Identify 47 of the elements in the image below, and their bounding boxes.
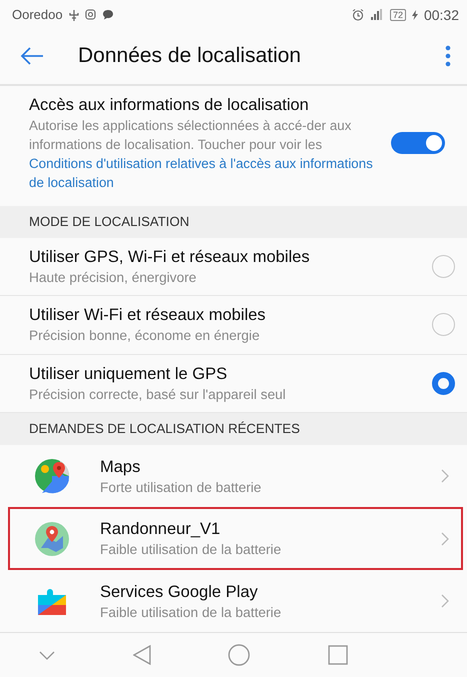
charging-bolt-icon <box>412 10 418 20</box>
app-name: Randonneur_V1 <box>100 519 222 540</box>
alarm-clock-icon <box>352 8 364 21</box>
option-subtitle: Haute précision, énergivore <box>29 268 198 287</box>
chevron-down-icon[interactable] <box>38 650 55 660</box>
map-pin-app-icon <box>34 458 70 494</box>
clock-time: 00:32 <box>424 6 459 23</box>
radio-option[interactable]: Utiliser GPS, Wi-Fi et réseaux mobiles Haute précision, énergivore <box>0 238 467 296</box>
option-title: Utiliser GPS, Wi-Fi et réseaux mobiles <box>29 246 311 268</box>
radio-option[interactable]: Utiliser Wi-Fi et réseaux mobiles Précision bonne, économe en énergie <box>0 296 467 355</box>
carrier-name: Ooredoo <box>12 7 63 22</box>
app-name: Maps <box>100 456 142 478</box>
app-name: Services Google Play <box>100 582 259 602</box>
option-subtitle: Précision correcte, basé sur l'appareil seul <box>29 386 287 404</box>
terms-link[interactable]: Conditions d'utilisation relatives à l'accès aux informations de localisation <box>29 154 379 192</box>
more-options-icon[interactable] <box>445 45 451 68</box>
option-title: Utiliser Wi-Fi et réseaux mobiles <box>29 305 267 326</box>
app-row[interactable]: Services Google Play Faible utilisation de la batterie <box>8 570 463 632</box>
back-triangle-icon[interactable] <box>132 645 151 666</box>
section-header: DEMANDES DE LOCALISATION RÉCENTES <box>0 412 467 445</box>
signal-icon <box>370 9 384 20</box>
recents-square-icon[interactable] <box>328 645 348 666</box>
screen-title: Données de localisation <box>78 44 302 68</box>
option-title: Utiliser uniquement le GPS <box>29 364 228 385</box>
chevron-right-icon <box>441 532 449 546</box>
section-header: MODE DE LOCALISATION <box>0 206 467 238</box>
radio-button[interactable] <box>432 372 455 395</box>
setting-description: Autorise les applications sélectionnées à accé-der aux informations de localisation. Toucher pour voir les Conditions d'utilisation relatives à l'accès aux informations de localisation <box>29 116 379 192</box>
app-row[interactable]: Maps Forte utilisation de batterie <box>8 444 463 508</box>
chevron-right-icon <box>441 594 449 608</box>
back-arrow-icon[interactable] <box>20 47 44 66</box>
battery-usage: Faible utilisation de la batterie <box>100 604 282 622</box>
battery-usage: Faible utilisation de la batterie <box>100 541 282 560</box>
radio-button[interactable] <box>432 313 455 336</box>
toggle-switch[interactable] <box>391 132 445 154</box>
battery-usage: Forte utilisation de batterie <box>100 478 262 497</box>
usb-icon <box>68 8 79 21</box>
chat-bubble-icon <box>102 9 114 20</box>
option-subtitle: Précision bonne, économe en énergie <box>29 327 261 346</box>
battery-icon: 72 <box>390 8 406 21</box>
home-circle-icon[interactable] <box>228 644 250 666</box>
app-row[interactable]: Randonneur_V1 Faible utilisation de la batterie <box>8 507 463 570</box>
radio-button[interactable] <box>432 254 455 278</box>
setting-title: Accès aux informations de localisation <box>29 94 310 116</box>
chevron-right-icon <box>441 469 449 484</box>
map-pin-app-icon <box>34 520 70 557</box>
camera-icon <box>84 9 96 20</box>
